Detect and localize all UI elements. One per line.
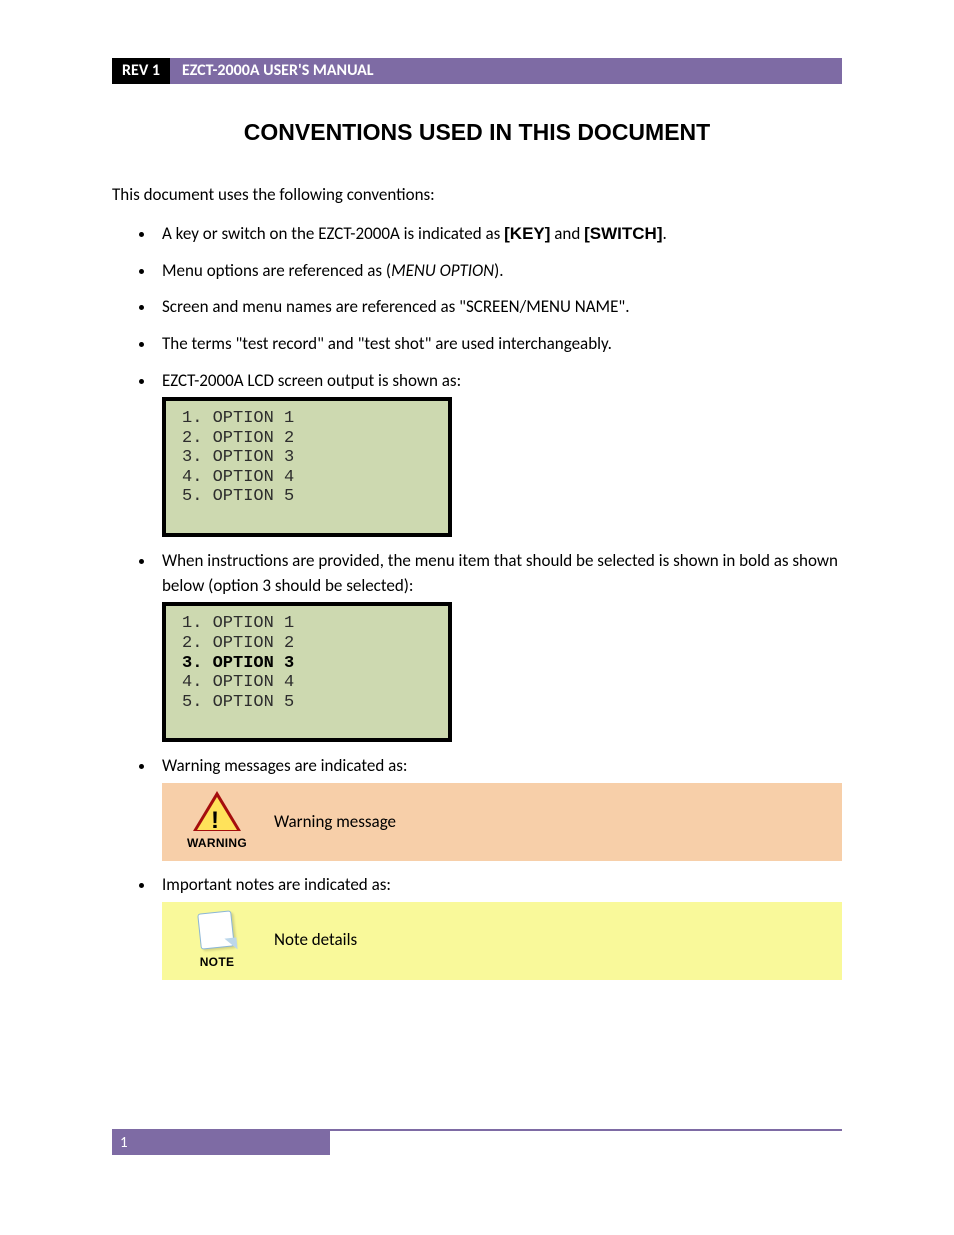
lcd-example-plain: 1. OPTION 12. OPTION 23. OPTION 34. OPTI… xyxy=(162,397,452,537)
warning-triangle-icon: ! xyxy=(193,791,241,831)
switch-literal: [SWITCH] xyxy=(584,224,662,243)
lcd-line: 1. OPTION 1 xyxy=(182,614,432,634)
text: Warning messages are indicated as: xyxy=(162,755,407,776)
lcd-line: 3. OPTION 3 xyxy=(182,448,432,468)
lcd-line: 4. OPTION 4 xyxy=(182,673,432,693)
bullet-screen-name: Screen and menu names are referenced as … xyxy=(156,295,842,320)
lcd-line: 4. OPTION 4 xyxy=(182,468,432,488)
text: A key or switch on the EZCT-2000A is ind… xyxy=(162,223,504,244)
note-message: Note details xyxy=(266,928,832,953)
text: Important notes are indicated as: xyxy=(162,874,391,895)
lcd-example-bold: 1. OPTION 12. OPTION 23. OPTION 34. OPTI… xyxy=(162,602,452,742)
bullet-warning: Warning messages are indicated as: ! WAR… xyxy=(156,754,842,861)
warning-callout: ! WARNING Warning message xyxy=(162,783,842,861)
lcd-line: 1. OPTION 1 xyxy=(182,409,432,429)
section-title: CONVENTIONS USED IN THIS DOCUMENT xyxy=(112,116,842,149)
menu-option-literal: MENU OPTION xyxy=(391,260,494,281)
intro-paragraph: This document uses the following convent… xyxy=(112,183,842,208)
warning-icon-column: ! WARNING xyxy=(168,791,266,852)
text: and xyxy=(550,223,584,244)
text: When instructions are provided, the menu… xyxy=(162,550,838,596)
page-number: 1 xyxy=(112,1131,330,1155)
note-label: NOTE xyxy=(200,954,235,971)
header-rev: REV 1 xyxy=(112,58,170,84)
bullet-key-switch: A key or switch on the EZCT-2000A is ind… xyxy=(156,222,842,247)
text: Menu options are referenced as ( xyxy=(162,260,391,281)
lcd-line: 2. OPTION 2 xyxy=(182,634,432,654)
note-callout: NOTE Note details xyxy=(162,902,842,980)
bullet-test-record: The terms "test record" and "test shot" … xyxy=(156,332,842,357)
bullet-lcd-output: EZCT-2000A LCD screen output is shown as… xyxy=(156,369,842,538)
warning-message: Warning message xyxy=(266,810,832,835)
lcd-line: 5. OPTION 5 xyxy=(182,693,432,713)
note-icon-column: NOTE xyxy=(168,910,266,971)
notepad-icon xyxy=(195,910,239,950)
header-bar: REV 1 EZCT-2000A USER'S MANUAL xyxy=(112,58,842,84)
lcd-line-bold: 3. OPTION 3 xyxy=(182,654,432,674)
lcd-line: 2. OPTION 2 xyxy=(182,429,432,449)
text: . xyxy=(662,223,666,244)
lcd-line: 5. OPTION 5 xyxy=(182,487,432,507)
page-footer: 1 xyxy=(112,1129,842,1155)
key-literal: [KEY] xyxy=(504,224,550,243)
bullet-lcd-bold: When instructions are provided, the menu… xyxy=(156,549,842,742)
bullet-menu-option: Menu options are referenced as (MENU OPT… xyxy=(156,259,842,284)
conventions-list: A key or switch on the EZCT-2000A is ind… xyxy=(112,222,842,980)
header-title: EZCT-2000A USER'S MANUAL xyxy=(170,58,842,84)
text: ). xyxy=(494,260,503,281)
bullet-note: Important notes are indicated as: NOTE N… xyxy=(156,873,842,980)
text: EZCT-2000A LCD screen output is shown as… xyxy=(162,370,461,391)
